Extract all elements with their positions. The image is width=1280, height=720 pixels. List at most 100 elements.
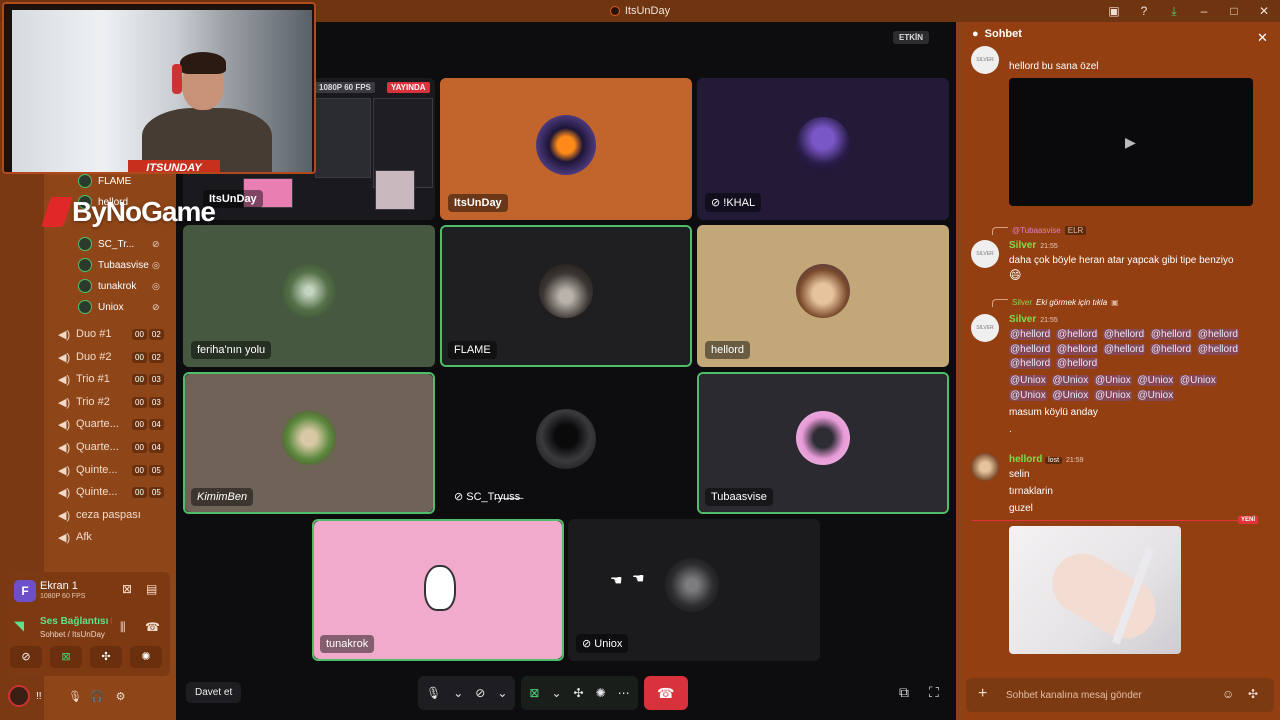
more-icon[interactable]: ⋯	[618, 686, 630, 700]
avatar	[796, 117, 850, 171]
message-author[interactable]: hellord lost 21:59	[1009, 454, 1084, 465]
participant-tile[interactable]: ⊘ !KHAL	[697, 78, 949, 220]
cursor-icon: ☚	[632, 570, 645, 586]
participant-tile[interactable]: ⊘ SC_Tr̶y̶u̶s̶s̶	[440, 372, 692, 514]
image-attachment[interactable]	[1009, 526, 1181, 654]
participant-tile[interactable]: tunakrok	[312, 519, 564, 661]
stop-share-icon[interactable]: ⊠	[122, 582, 132, 596]
tile-label: Tubaasvise	[705, 488, 773, 506]
inbox-icon[interactable]: ▣	[1106, 4, 1122, 18]
voice-channel[interactable]: ◀) Trio #2 00 03	[58, 392, 170, 412]
chevron-down-icon[interactable]: ⌄	[497, 686, 507, 700]
reply-reference[interactable]: @Tubaasvise ELR	[992, 226, 1087, 235]
chevron-down-icon[interactable]: ⌄	[551, 686, 561, 700]
emoji-icon[interactable]: ☺	[1222, 687, 1234, 701]
close-icon[interactable]: ✕	[1257, 30, 1268, 46]
gear-icon[interactable]: ⚙	[116, 690, 126, 703]
help-icon[interactable]: ?	[1136, 4, 1152, 18]
message-author[interactable]: Silver 21:55	[1009, 240, 1058, 251]
voice-channel[interactable]: ◀) Afk	[58, 527, 170, 547]
minimize-icon[interactable]: –	[1196, 4, 1212, 18]
message-text: hellord bu sana özel	[1009, 61, 1099, 72]
voice-member[interactable]: tunakrok ◎	[78, 279, 160, 293]
participant-tile[interactable]: FLAME	[440, 225, 692, 367]
voice-channel[interactable]: ◀) Quarte... 00 04	[58, 437, 170, 457]
avatar	[78, 300, 92, 314]
voice-channel[interactable]: ◀) Duo #1 00 02	[58, 324, 170, 344]
end-call-button[interactable]: ☎	[643, 676, 688, 710]
microphone-icon[interactable]: 🎙	[68, 690, 82, 703]
new-messages-divider	[972, 520, 1258, 521]
maximize-icon[interactable]: □	[1226, 4, 1242, 18]
participant-tile[interactable]: hellord	[697, 225, 949, 367]
mention-line: @Uniox @Uniox @Uniox @Uniox @Uniox	[1009, 375, 1217, 386]
voice-member[interactable]: Tubaasvise ◎	[78, 258, 160, 272]
avatar[interactable]: SILVER	[971, 314, 999, 342]
voice-channel[interactable]: ◀) Quinte... 00 05	[58, 482, 170, 502]
voice-member[interactable]: SC_Tr... ⊘	[78, 237, 160, 251]
camera-off-icon[interactable]: ⊘	[475, 686, 485, 700]
user-limit: 00 02	[132, 328, 164, 340]
chevron-down-icon[interactable]: ⌄	[453, 686, 463, 700]
reply-reference[interactable]: Silver Eki görmek için tıkla ▣	[992, 298, 1119, 307]
screen-share-icon[interactable]: ⊠	[529, 686, 539, 700]
avatar[interactable]: SILVER	[971, 46, 999, 74]
user-panel: !! 🎙 🎧 ⚙	[8, 680, 172, 712]
camera-off-button[interactable]: ⊘	[10, 646, 42, 668]
disconnect-icon[interactable]: ☎	[145, 620, 160, 634]
fullscreen-icon[interactable]: ⛶	[929, 684, 939, 701]
apps-icon[interactable]: ✣	[1248, 687, 1258, 701]
avatar[interactable]	[971, 453, 999, 481]
avatar	[424, 565, 456, 611]
voice-member[interactable]: Uniox ⊘	[78, 300, 160, 314]
microphone-icon[interactable]: 🎙	[426, 686, 441, 700]
tile-label: FLAME	[448, 341, 497, 359]
participant-tile[interactable]: KimimBen	[183, 372, 435, 514]
headphones-icon[interactable]: 🎧	[90, 690, 104, 703]
tile-label: ItsUnDay	[448, 194, 508, 212]
voice-channel[interactable]: ◀) Quarte... 00 04	[58, 414, 170, 434]
download-icon[interactable]: ⤓	[1166, 4, 1182, 19]
participant-tile[interactable]: feriha'nın yolu	[183, 225, 435, 367]
voice-channel[interactable]: ◀) ceza paspası	[58, 505, 170, 525]
invite-button[interactable]: Davet et	[186, 682, 242, 703]
participant-tile[interactable]: ⊘ Uniox	[568, 519, 820, 661]
avatar[interactable]	[8, 685, 30, 707]
voice-member[interactable]: FLAME	[78, 174, 131, 188]
voice-channel[interactable]: ◀) Duo #2 00 02	[58, 347, 170, 367]
soundboard-button[interactable]: ✺	[130, 646, 162, 668]
play-icon[interactable]: ▶	[1125, 134, 1136, 151]
soundboard-icon[interactable]: ✺	[596, 686, 606, 700]
user-limit: 00 04	[132, 418, 164, 430]
screen-share-button[interactable]: ⊠	[50, 646, 82, 668]
avatar[interactable]: SILVER	[971, 240, 999, 268]
message-input[interactable]	[1006, 686, 1206, 704]
active-badge: ETKİN	[893, 31, 929, 44]
message-composer: + ☺ ✣	[966, 678, 1274, 712]
popout-icon[interactable]: ⧉	[899, 684, 909, 701]
voice-channel[interactable]: ◀) Quinte... 00 05	[58, 460, 170, 480]
brand-text: ByNoGame	[72, 196, 216, 227]
add-attachment-icon[interactable]: +	[978, 685, 987, 703]
voice-connection-channel[interactable]: Sohbet / ItsUnDay	[40, 630, 105, 639]
close-icon[interactable]: ✕	[1256, 4, 1272, 18]
message-author[interactable]: Silver 21:55	[1009, 314, 1058, 325]
avatar	[78, 279, 92, 293]
guild-tag: lost	[1045, 457, 1063, 464]
activities-icon[interactable]: ✣	[574, 686, 584, 700]
participant-tile[interactable]: ItsUnDay	[440, 78, 692, 220]
voice-channel[interactable]: ◀) Trio #1 00 03	[58, 369, 170, 389]
video-attachment[interactable]: ▶	[1009, 78, 1253, 206]
cursor-icon: ☚	[610, 572, 623, 588]
voice-connection-title[interactable]: Ses Bağlantısı K	[40, 616, 112, 627]
activities-button[interactable]: ✣	[90, 646, 122, 668]
avatar	[78, 174, 92, 188]
participant-tile[interactable]: Tubaasvise	[697, 372, 949, 514]
stream-settings-icon[interactable]: ▤	[146, 582, 157, 596]
avatar	[536, 115, 596, 175]
chat-bubble-icon: ●	[972, 28, 979, 40]
tile-label: hellord	[705, 341, 751, 359]
noise-suppression-icon[interactable]: ⫼	[120, 620, 126, 635]
window-title-wrap: ItsUnDay	[609, 5, 670, 17]
avatar	[796, 411, 850, 465]
